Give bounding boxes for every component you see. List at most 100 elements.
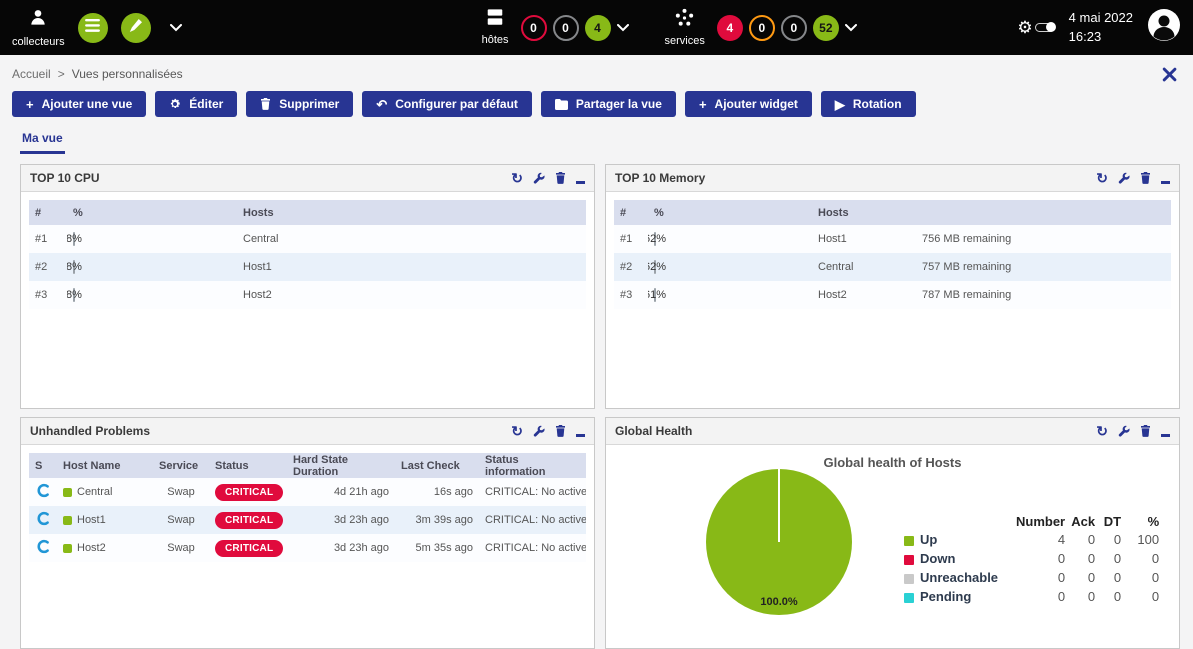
refresh-icon[interactable]: ↻ — [511, 171, 523, 185]
legend-number: 0 — [1014, 568, 1067, 587]
legend-row: Pending 0 0 0 0 — [902, 587, 1161, 606]
cpu-usage-bar: 8% — [73, 288, 75, 302]
wrench-icon[interactable] — [533, 172, 545, 184]
host-name-link[interactable]: Host1 — [77, 514, 106, 526]
usage-cell: 8% — [67, 225, 237, 253]
service-link[interactable]: Swap — [153, 478, 209, 506]
legend-row: Down 0 0 0 0 — [902, 549, 1161, 568]
column-header-empty — [916, 200, 1171, 225]
status-info-cell: CRITICAL: No active swap — [479, 534, 586, 562]
widget-top-10-memory: TOP 10 Memory ↻ # % Hosts #1 — [605, 164, 1180, 409]
share-view-button[interactable]: Partager la vue — [541, 91, 676, 117]
pollers-menu[interactable]: collecteurs — [12, 8, 65, 48]
duration-cell: 4d 21h ago — [287, 478, 395, 506]
legend-header-row: Number Ack DT % — [902, 513, 1161, 530]
services-menu[interactable]: services — [665, 8, 705, 47]
remaining-cell: 757 MB remaining — [916, 253, 1171, 281]
user-avatar[interactable] — [1147, 8, 1181, 47]
column-header-s: S — [29, 453, 57, 478]
poller-configuration-button[interactable] — [121, 13, 151, 43]
host-cell: Host2 — [57, 534, 153, 562]
services-warning-counter[interactable]: 0 — [749, 15, 775, 41]
wrench-icon[interactable] — [533, 425, 545, 437]
duration-cell: 3d 23h ago — [287, 534, 395, 562]
host-name-link[interactable]: Host2 — [812, 281, 916, 309]
host-name-link[interactable]: Central — [77, 486, 112, 498]
status-cell: CRITICAL — [209, 478, 287, 506]
breadcrumb: Accueil > Vues personnalisées — [0, 55, 1193, 83]
rotation-button[interactable]: ▶ Rotation — [821, 91, 916, 117]
service-link[interactable]: Swap — [153, 506, 209, 534]
minimize-icon[interactable] — [1161, 434, 1170, 437]
refresh-icon[interactable]: ↻ — [511, 424, 523, 438]
legend-header-ack: Ack — [1067, 513, 1097, 530]
legend-row: Up 4 0 0 100 — [902, 530, 1161, 549]
trash-icon[interactable] — [1140, 172, 1151, 184]
legend-dt: 0 — [1097, 549, 1123, 568]
minimize-icon[interactable] — [576, 434, 585, 437]
legend-pct: 0 — [1123, 568, 1161, 587]
plus-icon: + — [26, 98, 34, 111]
services-unknown-counter[interactable]: 0 — [781, 15, 807, 41]
minimize-icon[interactable] — [576, 181, 585, 184]
pie-percentage-label: 100.0% — [706, 596, 852, 608]
trash-icon[interactable] — [555, 172, 566, 184]
hosts-chevron-down-icon[interactable] — [617, 24, 629, 32]
refresh-icon[interactable]: ↻ — [1096, 424, 1108, 438]
duration-cell: 3d 23h ago — [287, 506, 395, 534]
last-check-cell: 3m 39s ago — [395, 506, 479, 534]
add-view-button[interactable]: + Ajouter une vue — [12, 91, 146, 117]
set-default-button[interactable]: ↶ Configurer par défaut — [362, 91, 532, 117]
status-badge: CRITICAL — [215, 540, 283, 557]
host-name-link[interactable]: Host2 — [237, 281, 586, 309]
host-name-link[interactable]: Host1 — [812, 225, 916, 253]
button-label: Ajouter widget — [715, 97, 798, 111]
time-text: 16:23 — [1069, 28, 1133, 46]
service-link[interactable]: Swap — [153, 534, 209, 562]
down-swatch-icon — [904, 555, 914, 565]
wrench-icon[interactable] — [1118, 172, 1130, 184]
rank-cell: #3 — [614, 281, 648, 309]
pollers-chevron-down-icon[interactable] — [170, 24, 182, 32]
legend-row: Unreachable 0 0 0 0 — [902, 568, 1161, 587]
hosts-down-counter[interactable]: 0 — [521, 15, 547, 41]
delete-view-button[interactable]: Supprimer — [246, 91, 353, 117]
settings-toggle[interactable]: ⚙ — [1017, 19, 1054, 36]
host-name-link[interactable]: Central — [237, 225, 586, 253]
edit-view-button[interactable]: Éditer — [155, 91, 237, 117]
services-ok-counter[interactable]: 52 — [813, 15, 839, 41]
hosts-unreachable-counter[interactable]: 0 — [553, 15, 579, 41]
hosts-menu[interactable]: hôtes — [482, 9, 509, 46]
date-text: 4 mai 2022 — [1069, 9, 1133, 27]
hosts-up-counter[interactable]: 4 — [585, 15, 611, 41]
host-name-link[interactable]: Host1 — [237, 253, 586, 281]
widget-global-health: Global Health ↻ Global health of Hosts 1… — [605, 417, 1180, 649]
column-header-hosts: Hosts — [812, 200, 916, 225]
tab-ma-vue[interactable]: Ma vue — [20, 127, 65, 154]
button-label: Supprimer — [279, 97, 339, 111]
trash-icon[interactable] — [1140, 425, 1151, 437]
breadcrumb-home-link[interactable]: Accueil — [12, 67, 51, 81]
breadcrumb-current: Vues personnalisées — [72, 67, 183, 81]
host-name-link[interactable]: Central — [812, 253, 916, 281]
problem-row: Host2 Swap CRITICAL 3d 23h ago 5m 35s ag… — [29, 534, 586, 562]
legend-ack: 0 — [1067, 568, 1097, 587]
undo-icon: ↶ — [376, 98, 387, 111]
status-badge: CRITICAL — [215, 484, 283, 501]
status-info-cell: CRITICAL: No active swap — [479, 478, 586, 506]
host-name-link[interactable]: Host2 — [77, 542, 106, 554]
wrench-icon[interactable] — [1118, 425, 1130, 437]
trash-icon[interactable] — [555, 425, 566, 437]
hosts-label: hôtes — [482, 34, 509, 46]
refresh-icon[interactable]: ↻ — [1096, 171, 1108, 185]
services-critical-counter[interactable]: 4 — [717, 15, 743, 41]
host-status-icon — [63, 488, 72, 497]
legend-label: Unreachable — [920, 570, 998, 585]
poller-list-button[interactable] — [78, 13, 108, 43]
services-chevron-down-icon[interactable] — [845, 24, 857, 32]
column-header-rank: # — [29, 200, 67, 225]
minimize-icon[interactable] — [1161, 181, 1170, 184]
add-widget-button[interactable]: + Ajouter widget — [685, 91, 812, 117]
page-config-tools-icon[interactable] — [1160, 65, 1179, 87]
legend-ack: 0 — [1067, 549, 1097, 568]
